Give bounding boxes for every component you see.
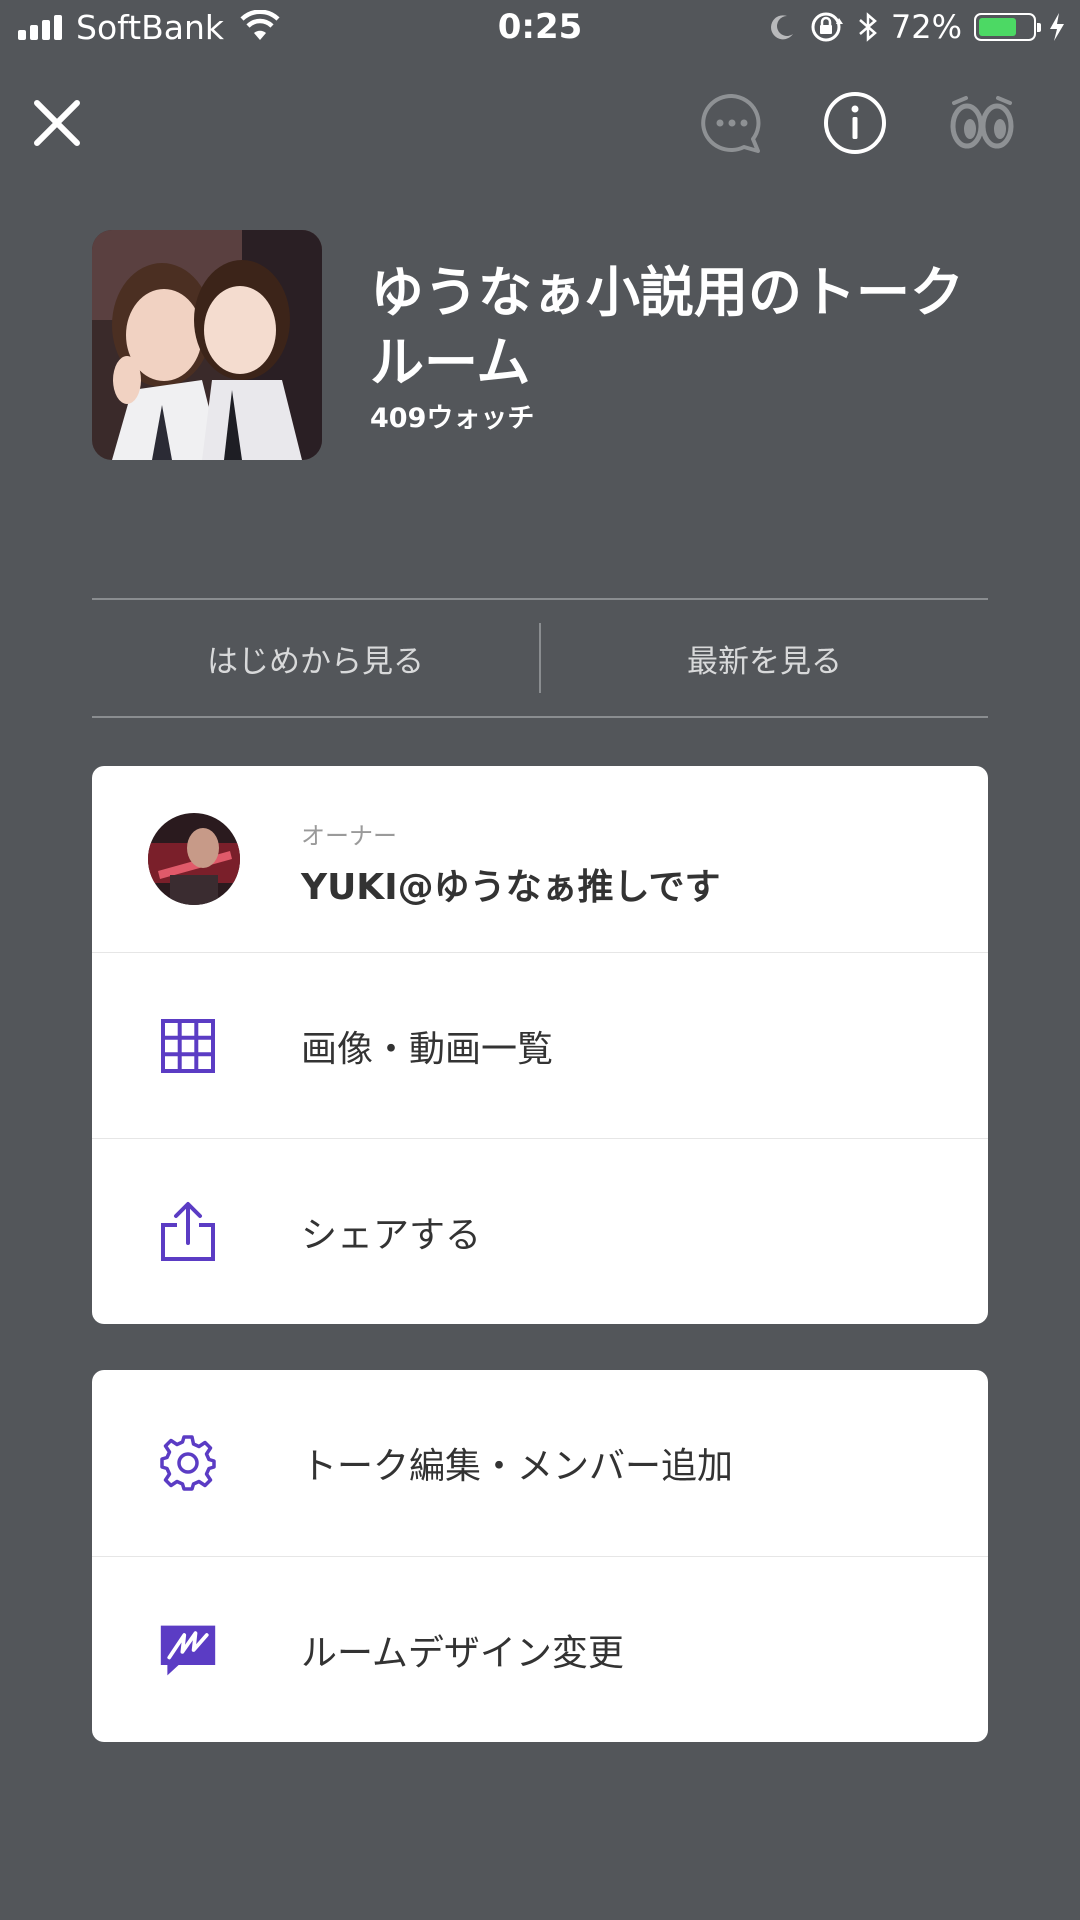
edit-talk-row[interactable]: トーク編集・メンバー追加	[92, 1370, 988, 1556]
close-icon	[34, 100, 80, 146]
owner-name: YUKI@ゆうなぁ推しです	[301, 867, 721, 908]
share-icon	[158, 1201, 218, 1262]
chat-button[interactable]	[694, 88, 770, 158]
watch-button[interactable]	[944, 88, 1020, 158]
watch-eyes-icon	[950, 96, 1014, 149]
moon-icon	[770, 15, 793, 40]
room-design-label: ルームデザイン変更	[301, 1632, 624, 1674]
charging-icon	[1050, 13, 1064, 41]
battery-icon	[974, 13, 1041, 41]
share-label: シェアする	[301, 1214, 482, 1256]
gear-icon	[158, 1433, 218, 1493]
room-title: ゆうなぁ小説用のトークルーム	[370, 261, 964, 394]
share-row[interactable]: シェアする	[92, 1138, 988, 1324]
orientation-lock-icon	[811, 12, 843, 42]
view-latest-button[interactable]: 最新を見る	[541, 600, 988, 716]
edit-talk-label: トーク編集・メンバー追加	[301, 1446, 734, 1487]
status-bar: SoftBank 0:25 72%	[0, 0, 1080, 58]
avatar	[148, 813, 240, 905]
owner-role-label: オーナー	[301, 822, 397, 850]
battery-percent: 72%	[890, 8, 962, 46]
room-design-icon	[158, 1620, 218, 1680]
grid-icon	[158, 1016, 218, 1076]
info-icon	[824, 92, 886, 154]
media-list-label: 画像・動画一覧	[301, 1028, 554, 1070]
info-button[interactable]	[820, 88, 890, 158]
settings-card: トーク編集・メンバー追加 ルームデザイン変更	[92, 1370, 988, 1742]
room-thumbnail	[92, 230, 322, 460]
media-list-row[interactable]: 画像・動画一覧	[92, 952, 988, 1138]
view-buttons: はじめから見る 最新を見る	[92, 598, 988, 718]
chat-bubble-icon	[701, 93, 761, 153]
view-from-start-button[interactable]: はじめから見る	[92, 600, 539, 716]
room-info-card: オーナー YUKI@ゆうなぁ推しです 画像・動画一覧 シェアする	[92, 766, 988, 1324]
room-design-row[interactable]: ルームデザイン変更	[92, 1556, 988, 1742]
bluetooth-icon	[859, 12, 877, 42]
owner-row[interactable]: オーナー YUKI@ゆうなぁ推しです	[92, 766, 988, 952]
close-button[interactable]	[22, 88, 92, 158]
watch-count: 409ウォッチ	[370, 403, 535, 434]
